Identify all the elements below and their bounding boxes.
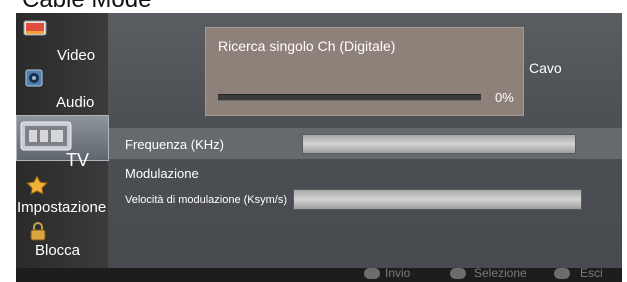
footer-hint-exit: Esci (580, 266, 603, 280)
sidebar-item-label: TV (66, 150, 90, 170)
footer-hint-enter: Invio (385, 266, 411, 280)
modulation-label[interactable]: Modulazione (125, 166, 199, 181)
scan-dialog: Ricerca singolo Ch (Digitale) 0% (205, 27, 524, 116)
page-title: Cable Mode (22, 0, 151, 14)
sidebar-item-label: Audio (56, 94, 95, 111)
scan-dialog-title: Ricerca singolo Ch (Digitale) (218, 38, 396, 54)
symbol-rate-field[interactable] (293, 189, 582, 210)
speaker-icon (25, 69, 43, 87)
footer-hint-select: Selezione (474, 266, 527, 280)
tv-icon (20, 121, 72, 151)
padlock-icon (29, 221, 47, 241)
scan-progress-text: 0% (495, 90, 514, 105)
sidebar-item-label: Blocca (35, 242, 81, 259)
frequency-field[interactable] (302, 134, 576, 154)
footer-bar (16, 268, 622, 282)
exit-icon (554, 268, 570, 279)
enter-icon (364, 268, 380, 279)
star-icon (25, 174, 49, 195)
symbol-rate-label: Velocità di modulazione (Ksym/s) (125, 194, 288, 206)
frequency-label: Frequenza (KHz) (125, 137, 224, 152)
source-label: Cavo (529, 60, 562, 76)
dpad-icon (450, 268, 466, 279)
video-icon (23, 20, 47, 38)
sidebar-item-label: Video (57, 47, 96, 64)
scan-progress-bar (218, 94, 481, 101)
sidebar-item-label: Impostazione (17, 199, 107, 216)
